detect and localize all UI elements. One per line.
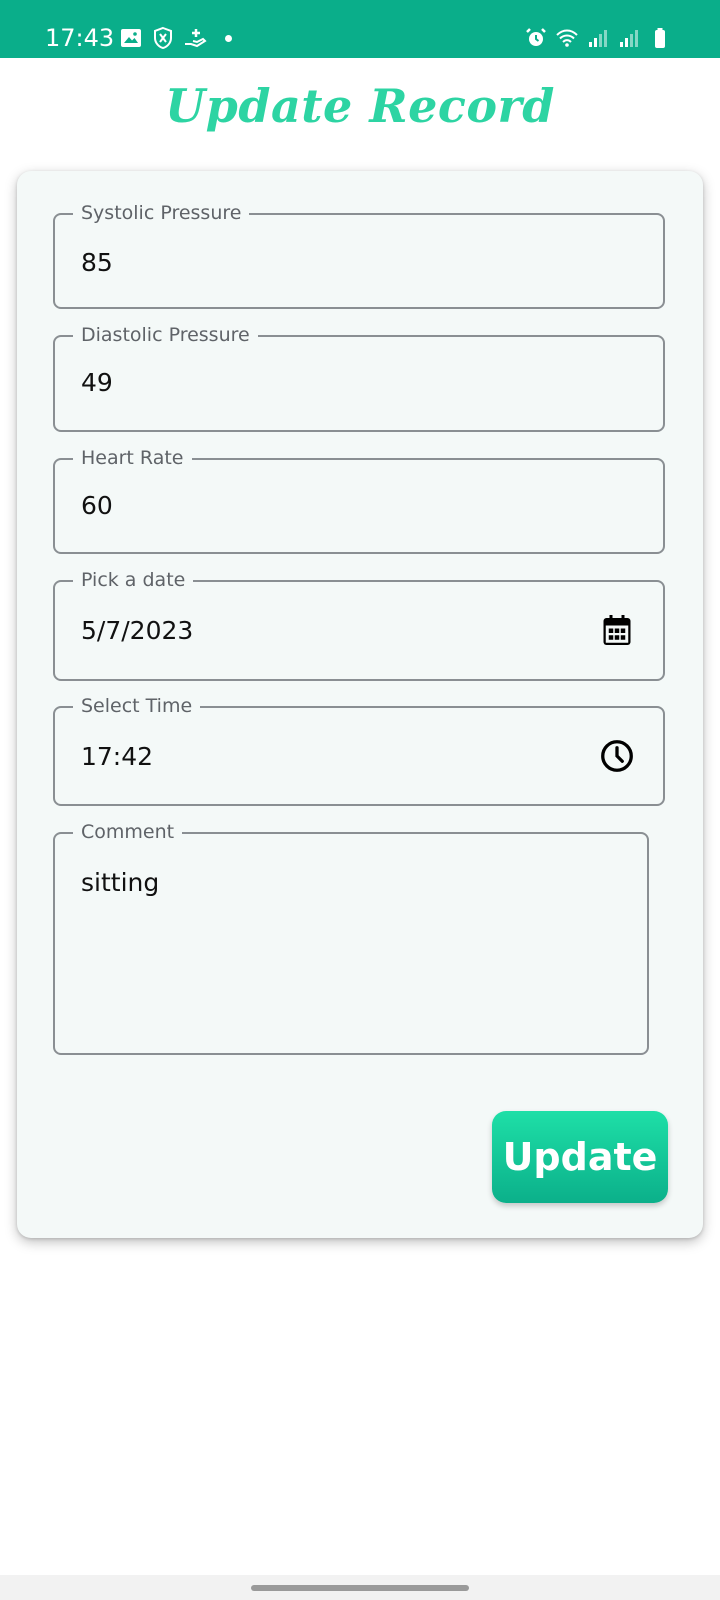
systolic-pressure-value[interactable]: 85: [81, 248, 113, 278]
hand-icon: [185, 29, 207, 48]
diastolic-pressure-field[interactable]: Diastolic Pressure 49: [53, 323, 665, 432]
update-button[interactable]: Update: [492, 1111, 668, 1203]
signal-icon: [620, 30, 638, 47]
form-card: Systolic Pressure 85 Diastolic Pressure …: [17, 171, 703, 1238]
home-gesture-handle[interactable]: [251, 1585, 469, 1591]
status-system-icons: [524, 26, 672, 50]
status-notification-icons: [119, 26, 232, 50]
heart-rate-label: Heart Rate: [73, 446, 192, 470]
time-value[interactable]: 17:42: [81, 742, 153, 772]
heart-rate-value[interactable]: 60: [81, 491, 113, 521]
comment-label: Comment: [73, 820, 183, 844]
comment-field[interactable]: Comment sitting: [53, 820, 649, 1055]
systolic-pressure-label: Systolic Pressure: [73, 201, 250, 225]
status-time: 17:43: [45, 24, 115, 52]
calendar-icon[interactable]: [599, 612, 635, 648]
alarm-icon: [526, 28, 546, 46]
signal-icon: [589, 30, 607, 47]
status-bar: 17:43: [0, 0, 720, 58]
date-picker-field[interactable]: Pick a date 5/7/2023: [53, 568, 665, 681]
systolic-pressure-field[interactable]: Systolic Pressure 85: [53, 201, 665, 309]
comment-value[interactable]: sitting: [81, 868, 159, 898]
clock-icon[interactable]: [599, 738, 635, 774]
heart-rate-field[interactable]: Heart Rate 60: [53, 446, 665, 554]
shield-icon: [154, 26, 172, 50]
navigation-bar: [0, 1575, 720, 1600]
date-picker-label: Pick a date: [73, 568, 194, 592]
diastolic-pressure-label: Diastolic Pressure: [73, 323, 258, 347]
diastolic-pressure-value[interactable]: 49: [81, 368, 113, 398]
date-value[interactable]: 5/7/2023: [81, 616, 193, 646]
image-icon: [121, 29, 141, 47]
wifi-icon: [556, 29, 578, 47]
notification-dot: [225, 34, 232, 42]
battery-icon: [655, 28, 665, 48]
page-title: Update Record: [165, 79, 555, 133]
time-picker-label: Select Time: [73, 694, 201, 718]
time-picker-field[interactable]: Select Time 17:42: [53, 694, 665, 806]
